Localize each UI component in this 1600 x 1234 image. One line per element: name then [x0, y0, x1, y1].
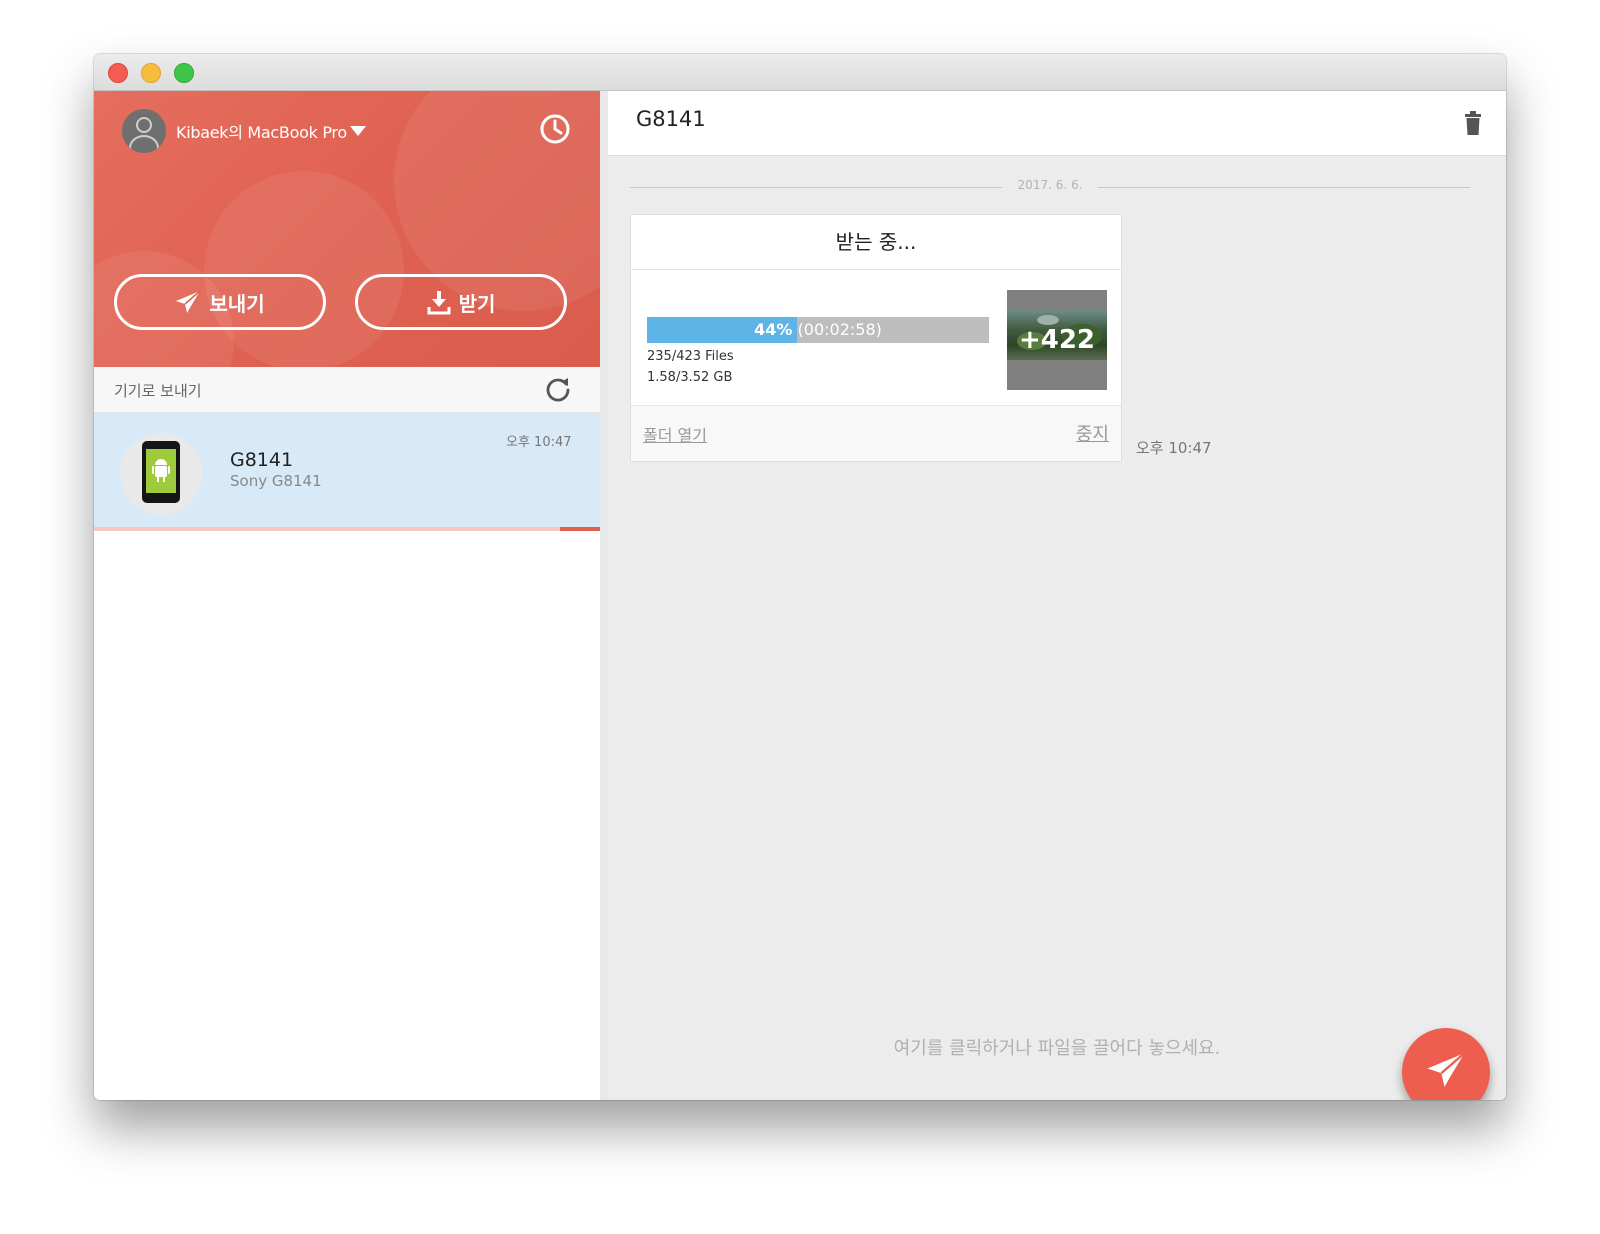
background-decoration: [204, 171, 404, 367]
device-item-time: 오후 10:47: [506, 435, 572, 450]
minimize-window-button[interactable]: [141, 63, 161, 83]
device-item-name: G8141: [230, 449, 294, 471]
refresh-icon[interactable]: [544, 375, 572, 403]
open-folder-link[interactable]: 폴더 열기: [643, 422, 707, 446]
date-separator-label: 2017. 6. 6.: [1017, 178, 1083, 192]
sidebar-header: Kibaek의 MacBook Pro 보내기 받기: [94, 91, 600, 367]
avatar-head: [136, 117, 152, 133]
avatar-body: [129, 135, 159, 153]
device-list-item[interactable]: G8141 Sony G8141 오후 10:47: [94, 413, 600, 527]
history-icon[interactable]: [539, 113, 571, 145]
conversation-title: G8141: [636, 107, 706, 131]
conversation-pane[interactable]: G8141 2017. 6. 6. 받는 중... 44% (00:02:58)…: [608, 91, 1506, 1100]
transfer-status: 받는 중...: [631, 215, 1121, 270]
transfer-card-footer: 폴더 열기 중지: [631, 405, 1121, 461]
date-separator-line: [1098, 187, 1470, 188]
device-section-header: 기기로 보내기: [94, 367, 600, 413]
conversation-header: G8141: [608, 91, 1506, 156]
send-button-label: 보내기: [209, 291, 265, 316]
message-time: 오후 10:47: [1136, 439, 1212, 457]
device-avatar: [120, 433, 202, 515]
title-bar: [94, 54, 1506, 91]
progress-percent: 44%: [754, 320, 793, 339]
file-thumbnail[interactable]: +422: [1007, 290, 1107, 390]
thumbnail-more-count: +422: [1018, 325, 1096, 355]
stop-transfer-button[interactable]: 중지: [1076, 420, 1109, 446]
device-transfer-progress-track: [94, 527, 600, 531]
transfer-card: 받는 중... 44% (00:02:58) 235/423 Files 1.5…: [630, 214, 1122, 462]
android-robot-icon: [152, 459, 170, 482]
receive-button[interactable]: 받기: [355, 274, 567, 330]
transfer-file-count: 235/423 Files: [647, 349, 734, 364]
transfer-progress-bar: 44% (00:02:58): [647, 317, 989, 343]
user-avatar-icon[interactable]: [122, 109, 166, 153]
android-phone-icon: [142, 441, 180, 503]
date-separator: 2017. 6. 6.: [630, 177, 1470, 197]
device-transfer-progress-fill: [559, 527, 600, 531]
drop-zone-hint[interactable]: 여기를 클릭하거나 파일을 끌어다 놓으세요.: [608, 1034, 1506, 1060]
download-icon: [427, 291, 451, 315]
paper-plane-icon: [1427, 1052, 1466, 1087]
sidebar: Kibaek의 MacBook Pro 보내기 받기 기기로 보내기 G8141…: [94, 91, 608, 1100]
phone-screen: [146, 449, 176, 493]
app-window: Kibaek의 MacBook Pro 보내기 받기 기기로 보내기 G8141…: [94, 54, 1506, 1100]
transfer-progress-text: 44% (00:02:58): [647, 317, 989, 343]
send-button[interactable]: 보내기: [114, 274, 326, 330]
trash-icon[interactable]: [1464, 111, 1482, 135]
chevron-down-icon[interactable]: [350, 126, 366, 136]
device-name[interactable]: Kibaek의 MacBook Pro: [176, 119, 347, 143]
device-item-model: Sony G8141: [230, 472, 322, 490]
maximize-window-button[interactable]: [174, 63, 194, 83]
transfer-size: 1.58/3.52 GB: [647, 370, 733, 385]
paper-plane-icon: [176, 290, 201, 313]
receive-button-label: 받기: [458, 291, 496, 316]
close-window-button[interactable]: [108, 63, 128, 83]
section-title: 기기로 보내기: [114, 382, 202, 400]
progress-remaining: (00:02:58): [797, 320, 882, 339]
